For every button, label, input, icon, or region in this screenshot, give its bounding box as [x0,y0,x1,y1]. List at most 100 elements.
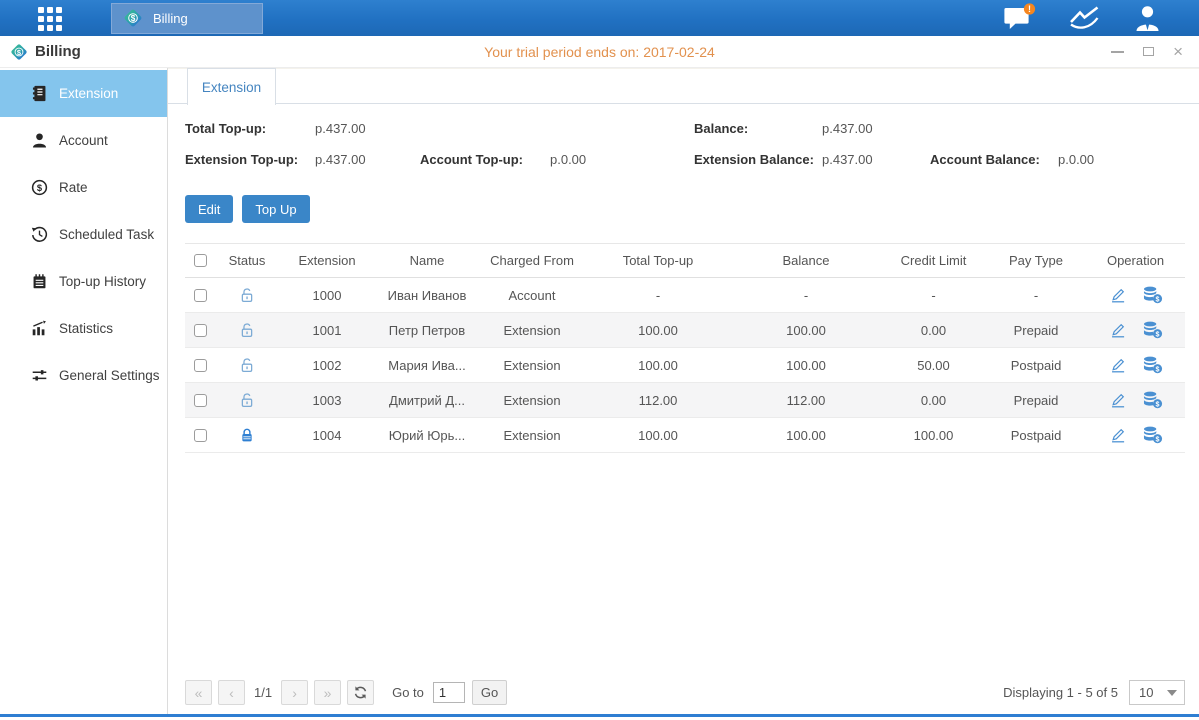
cell-credit-limit: - [881,278,986,313]
prev-page-button[interactable]: ‹ [218,680,245,705]
page-size-select[interactable]: 10 [1129,680,1185,705]
row-checkbox[interactable] [194,289,207,302]
extension-topup-label: Extension Top-up: [185,152,298,167]
sidebar-item-general-settings[interactable]: General Settings [0,352,167,399]
extension-balance-label: Extension Balance: [694,152,814,167]
cell-operation: $ [1086,278,1185,313]
select-all-checkbox[interactable] [194,254,207,267]
sidebar-item-extension[interactable]: Extension [0,70,167,117]
tab-extension[interactable]: Extension [187,68,276,105]
sidebar-item-topup-history[interactable]: Top-up History [0,258,167,305]
lock-open-icon [239,321,255,339]
table-row: 1002Мария Ива...Extension100.00100.0050.… [185,348,1185,383]
column-charged-from: Charged From [479,244,585,278]
cell-charged-from: Extension [479,418,585,453]
table-body: 1000Иван ИвановAccount----$1001Петр Петр… [185,278,1185,453]
sidebar-item-label: Rate [59,180,88,195]
cell-operation: $ [1086,418,1185,453]
row-checkbox[interactable] [194,394,207,407]
cell-credit-limit: 0.00 [881,313,986,348]
notifications-chat-icon[interactable]: ! [1002,3,1037,33]
edit-icon[interactable] [1109,392,1127,409]
sidebar-item-scheduled-task[interactable]: Scheduled Task [0,211,167,258]
user-account-icon[interactable] [1132,4,1163,33]
lock-open-icon [239,391,255,409]
cell-operation: $ [1086,383,1185,418]
topup-coins-icon[interactable]: $ [1142,356,1163,374]
billing-diamond-icon: $ [9,42,29,62]
cell-credit-limit: 0.00 [881,383,986,418]
cell-name: Иван Иванов [375,278,479,313]
window-title-group: $ Billing [9,42,81,62]
cell-pay-type: Postpaid [986,348,1086,383]
last-page-button[interactable]: » [314,680,341,705]
edit-icon[interactable] [1109,357,1127,374]
refresh-button[interactable] [347,680,374,705]
billing-diamond-icon: $ [122,7,144,29]
cell-credit-limit: 50.00 [881,348,986,383]
topbar-tab-label: Billing [153,11,188,26]
cell-name: Мария Ива... [375,348,479,383]
extension-balance-value: p.437.00 [822,152,873,167]
extension-topup-value: p.437.00 [315,152,366,167]
cell-name: Дмитрий Д... [375,383,479,418]
next-page-button[interactable]: › [281,680,308,705]
row-checkbox[interactable] [194,359,207,372]
trial-notice: Your trial period ends on: 2017-02-24 [0,44,1199,60]
cell-total-topup: 100.00 [585,313,731,348]
edit-icon[interactable] [1109,427,1127,444]
statistics-icon [31,320,48,337]
topup-coins-icon[interactable]: $ [1142,286,1163,304]
extension-table: StatusExtensionNameCharged FromTotal Top… [185,243,1185,453]
displaying-text: Displaying 1 - 5 of 5 [1003,685,1118,700]
cell-pay-type: Prepaid [986,313,1086,348]
topup-coins-icon[interactable]: $ [1142,391,1163,409]
main-content: Total Top-up: p.437.00 Balance: p.437.00… [168,104,1199,714]
maximize-button[interactable] [1143,44,1154,60]
cell-total-topup: - [585,278,731,313]
cell-extension: 1002 [279,348,375,383]
topup-coins-icon[interactable]: $ [1142,426,1163,444]
cell-total-topup: 100.00 [585,348,731,383]
table-row: 1000Иван ИвановAccount----$ [185,278,1185,313]
window-title-bar: $ Billing Your trial period ends on: 201… [0,36,1199,68]
rate-icon: $ [31,179,48,196]
app-window: $ Billing ! $ Billing Your trial period … [0,0,1199,720]
row-checkbox[interactable] [194,429,207,442]
cell-name: Петр Петров [375,313,479,348]
sidebar-item-statistics[interactable]: Statistics [0,305,167,352]
first-page-button[interactable]: « [185,680,212,705]
lock-open-icon [239,356,255,374]
chevron-down-icon [1167,690,1177,696]
close-button[interactable]: × [1173,44,1183,60]
scheduled-task-icon [31,226,48,243]
sidebar-item-label: Extension [59,86,118,101]
cell-charged-from: Extension [479,348,585,383]
cell-balance: - [731,278,881,313]
svg-text:!: ! [1028,4,1031,14]
edit-button[interactable]: Edit [185,195,233,223]
column-operation: Operation [1086,244,1185,278]
edit-icon[interactable] [1109,287,1127,304]
topup-button[interactable]: Top Up [242,195,309,223]
cell-extension: 1003 [279,383,375,418]
window-title: Billing [35,43,81,60]
sidebar-item-rate[interactable]: $ Rate [0,164,167,211]
goto-page-input[interactable] [433,682,465,703]
minimize-button[interactable] [1111,44,1124,60]
app-grid-icon[interactable] [32,0,69,37]
column-name: Name [375,244,479,278]
topbar-tab-billing[interactable]: $ Billing [111,3,263,34]
edit-icon[interactable] [1109,322,1127,339]
refresh-icon [353,685,368,700]
statistics-chart-icon[interactable] [1067,5,1102,31]
cell-extension: 1001 [279,313,375,348]
extension-icon [31,85,48,102]
cell-pay-type: Postpaid [986,418,1086,453]
goto-label: Go to [392,685,424,700]
topup-coins-icon[interactable]: $ [1142,321,1163,339]
sidebar-item-account[interactable]: Account [0,117,167,164]
row-checkbox[interactable] [194,324,207,337]
go-button[interactable]: Go [472,680,507,705]
svg-text:$: $ [1155,330,1159,338]
